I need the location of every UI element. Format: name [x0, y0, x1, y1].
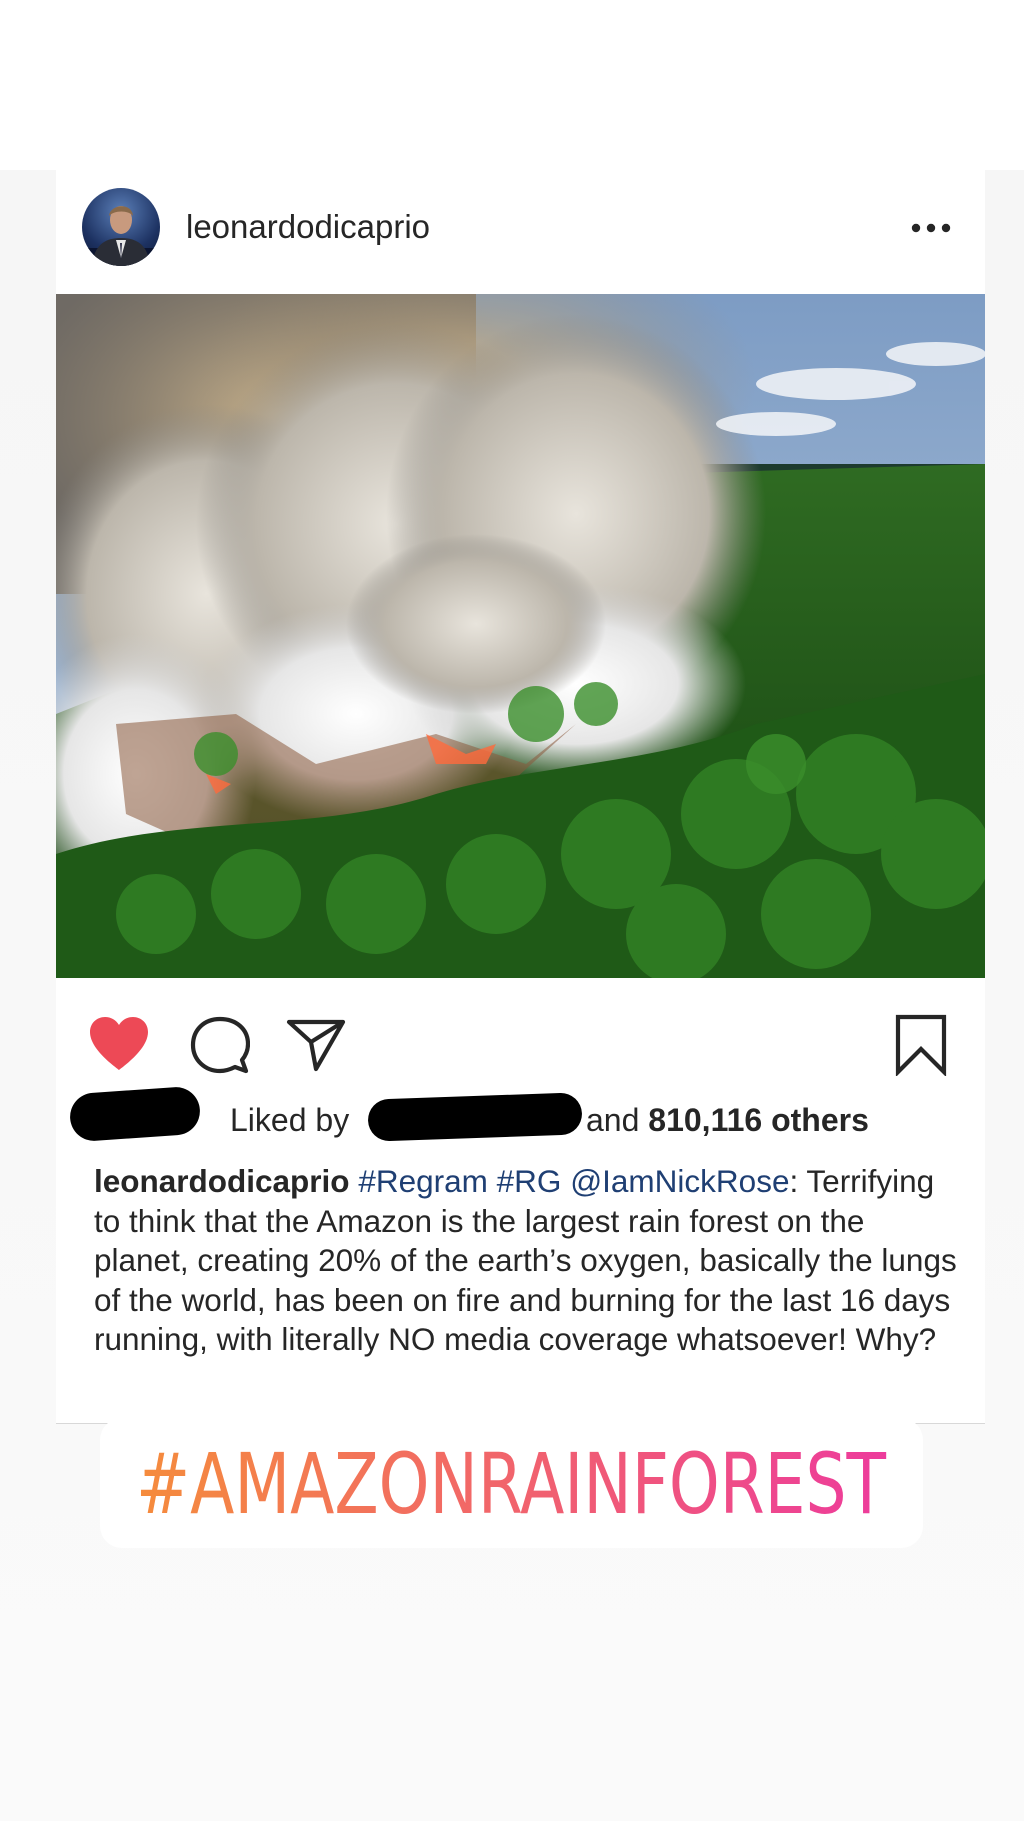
comment-icon[interactable]: [190, 1016, 251, 1079]
caption-tag-regram[interactable]: #Regram: [358, 1163, 488, 1199]
share-icon[interactable]: [286, 1018, 346, 1077]
more-options-icon[interactable]: [906, 208, 956, 248]
post-header: leonardodicaprio: [56, 170, 985, 294]
likes-count[interactable]: and 810,116 others: [586, 1102, 869, 1139]
avatar[interactable]: [82, 188, 160, 266]
likes-row: Liked by and 810,116 others: [68, 1085, 970, 1150]
heart-icon[interactable]: [88, 1016, 150, 1077]
avatar-portrait: [82, 206, 160, 266]
caption-username[interactable]: leonardodicaprio: [94, 1163, 350, 1199]
hashtag-sticker-text: #AMAZONRAINFOREST: [136, 1435, 887, 1533]
post-card: leonardodicaprio Liked by and 810,116 ot…: [16, 170, 991, 1424]
bookmark-icon[interactable]: [894, 1014, 948, 1081]
caption-tag-rg[interactable]: #RG: [497, 1163, 562, 1199]
hashtag-sticker[interactable]: #AMAZONRAINFOREST: [100, 1418, 923, 1548]
action-bar: [56, 978, 985, 1088]
caption-colon: :: [789, 1163, 799, 1199]
likes-others[interactable]: 810,116 others: [648, 1102, 869, 1138]
post-username[interactable]: leonardodicaprio: [186, 208, 430, 246]
post-photo[interactable]: [16, 224, 991, 984]
redacted-avatar: [68, 1085, 202, 1143]
post-caption: leonardodicaprio #Regram #RG @IamNickRos…: [94, 1162, 964, 1360]
redacted-username[interactable]: [367, 1092, 583, 1142]
caption-mention[interactable]: @IamNickRose: [570, 1163, 789, 1199]
liked-by-label: Liked by: [230, 1102, 350, 1138]
likes-and: and: [586, 1102, 640, 1138]
hashtag-sticker-art: #AMAZONRAINFOREST: [136, 1435, 887, 1533]
